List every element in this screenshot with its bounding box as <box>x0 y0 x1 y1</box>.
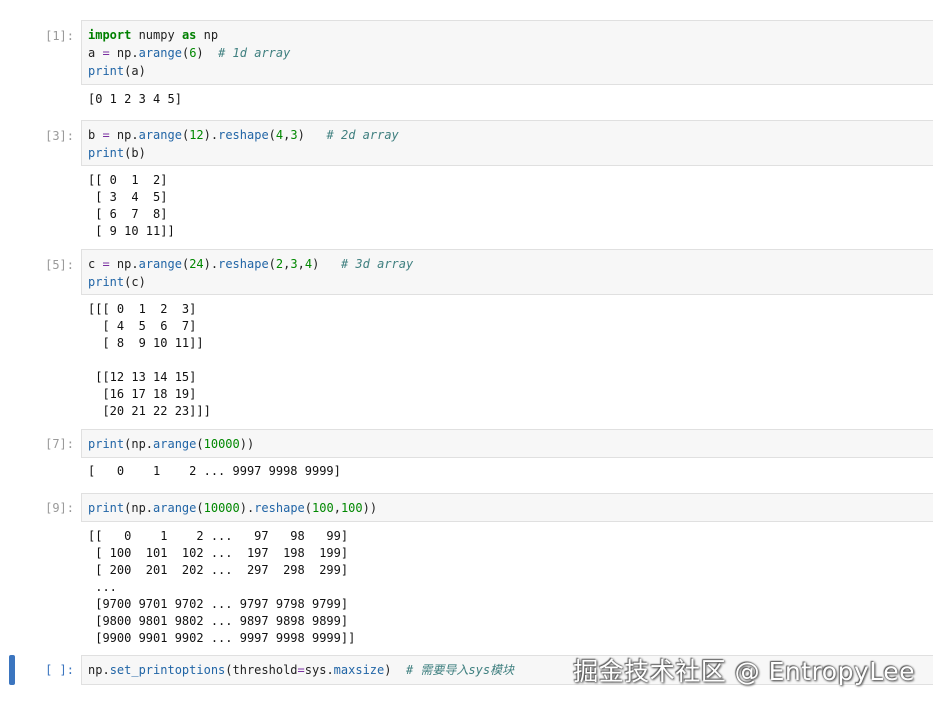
cell-output: [[ 0 1 2] [ 3 4 5] [ 6 7 8] [ 9 10 11]] <box>88 173 175 238</box>
code-input[interactable]: print(np.arange(10000)) <box>81 429 933 458</box>
cell-output: [[[ 0 1 2 3] [ 4 5 6 7] [ 8 9 10 11]] [[… <box>88 302 211 418</box>
code-line: print(np.arange(10000)) <box>88 437 255 451</box>
cell-prompt: [ ]: <box>45 663 74 677</box>
code-input[interactable]: c = np.arange(24).reshape(2,3,4) # 3d ar… <box>81 249 933 295</box>
code-line: print(a) <box>88 64 146 78</box>
cell-output: [[ 0 1 2 ... 97 98 99] [ 100 101 102 ...… <box>88 529 356 645</box>
cell-prompt: [1]: <box>45 29 74 43</box>
cell-output: [0 1 2 3 4 5] <box>88 92 182 106</box>
cell-prompt: [9]: <box>45 501 74 515</box>
cell-prompt: [7]: <box>45 437 74 451</box>
cell-prompt: [3]: <box>45 129 74 143</box>
code-line: print(b) <box>88 146 146 160</box>
cell-prompt: [5]: <box>45 258 74 272</box>
code-input[interactable]: import numpy as np a = np.arange(6) # 1d… <box>81 20 933 85</box>
watermark-logo: 掘金技术社区 @ EntropyLee <box>573 657 915 686</box>
cell-output: [ 0 1 2 ... 9997 9998 9999] <box>88 464 341 478</box>
code-line: b = np.arange(12).reshape(4,3) # 2d arra… <box>88 128 399 142</box>
code-line: print(c) <box>88 275 146 289</box>
code-line: a = np.arange(6) # 1d array <box>88 46 291 60</box>
code-input[interactable]: print(np.arange(10000).reshape(100,100)) <box>81 493 933 522</box>
code-line: print(np.arange(10000).reshape(100,100)) <box>88 501 378 515</box>
code-line: import numpy as np <box>88 28 219 42</box>
code-line: c = np.arange(24).reshape(2,3,4) # 3d ar… <box>88 257 414 271</box>
code-input[interactable]: b = np.arange(12).reshape(4,3) # 2d arra… <box>81 120 933 166</box>
